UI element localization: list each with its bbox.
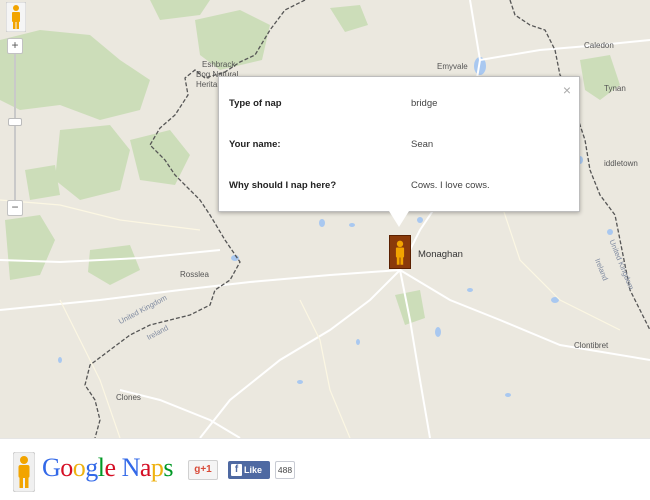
zoom-out-button[interactable]: − [7, 200, 23, 216]
zoom-in-button[interactable]: + [7, 38, 23, 54]
info-value: Cows. I love cows. [411, 180, 490, 191]
zoom-track[interactable] [14, 54, 16, 204]
facebook-like-label: Like [244, 465, 263, 475]
place-label: Eshbrack [202, 60, 236, 69]
logo-letter: p [150, 453, 164, 482]
place-label: Herita [196, 80, 218, 89]
zoom-control[interactable]: + − [7, 38, 23, 218]
logo-letter: l [97, 453, 105, 482]
logo-letter: g [85, 453, 98, 482]
facebook-like-button[interactable]: f Like [228, 461, 270, 479]
logo-letter: e [104, 453, 117, 482]
info-window: × Type of nap bridge Your name: Sean Why… [218, 76, 580, 227]
facebook-icon: f [231, 464, 242, 476]
logo-letter: a [139, 453, 152, 482]
map-base [0, 0, 650, 438]
google-plus-one-button[interactable]: g+1 [188, 460, 218, 480]
place-label: Caledon [584, 41, 614, 50]
info-value: Sean [411, 139, 434, 150]
place-label: Clontibret [574, 341, 609, 350]
logo-pegman-icon [13, 452, 35, 492]
footer-bar: Google Naps g+1 f Like 488 [0, 438, 650, 500]
zoom-slider-handle[interactable] [8, 118, 22, 126]
street-view-pegman-icon[interactable] [6, 2, 26, 32]
logo-letter: G [42, 453, 61, 482]
logo-letter: N [121, 453, 141, 482]
facebook-like-count: 488 [275, 461, 295, 479]
logo-letter: s [163, 453, 174, 482]
place-label: iddletown [604, 159, 638, 168]
place-label: Tynan [604, 84, 626, 93]
marker-town-label: Monaghan [418, 249, 463, 260]
info-label: Your name: [229, 139, 281, 150]
logo-letter: o [72, 453, 86, 482]
info-label: Why should I nap here? [229, 180, 337, 191]
map-canvas[interactable]: Eshbrack Bog Natural Herita Emyvale Cale… [0, 0, 650, 438]
nap-marker-pegman-icon[interactable] [389, 235, 411, 269]
info-value: bridge [411, 98, 438, 109]
info-window-tail [389, 211, 409, 227]
site-logo[interactable]: Google Naps [42, 453, 173, 483]
info-label: Type of nap [229, 98, 282, 109]
place-label: Emyvale [437, 62, 468, 71]
place-label: Rosslea [180, 270, 209, 279]
logo-letter: o [60, 453, 73, 482]
place-label: Clones [116, 393, 141, 402]
close-icon[interactable]: × [563, 82, 571, 98]
